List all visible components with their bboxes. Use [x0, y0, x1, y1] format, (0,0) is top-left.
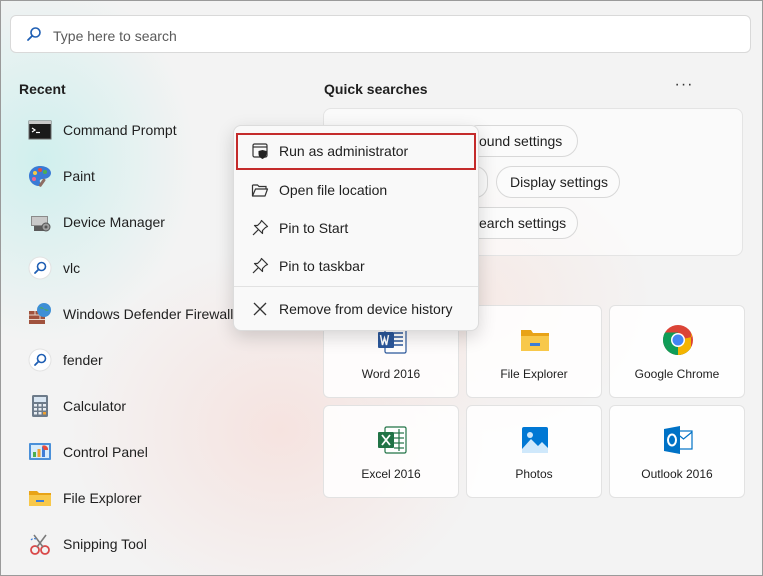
search-bar[interactable] — [10, 15, 751, 53]
recent-item-label: File Explorer — [63, 490, 142, 506]
photos-icon — [522, 427, 548, 453]
app-tile-label: Photos — [515, 467, 553, 481]
search-result-icon — [28, 348, 52, 372]
more-options-button[interactable]: ··· — [672, 76, 696, 98]
app-tile-label: Excel 2016 — [361, 467, 421, 481]
pin-icon — [252, 219, 269, 236]
menu-item-open-file-location[interactable]: Open file location — [238, 172, 474, 208]
shield-icon — [252, 143, 268, 159]
quick-searches-title: Quick searches — [324, 81, 428, 97]
menu-item-label: Pin to taskbar — [279, 258, 365, 274]
search-input[interactable] — [51, 24, 735, 48]
recent-item-label: Paint — [63, 168, 95, 184]
search-result-icon — [28, 256, 52, 280]
recent-title: Recent — [19, 81, 66, 97]
outlook-icon — [664, 426, 693, 454]
app-tile-label: Word 2016 — [361, 367, 421, 381]
quick-search-display-settings[interactable]: Display settings — [496, 166, 620, 198]
app-tile-label: Google Chrome — [634, 367, 720, 381]
app-tile-excel[interactable]: Excel 2016 — [323, 405, 459, 498]
recent-item-label: Control Panel — [63, 444, 148, 460]
recent-item-label: fender — [63, 352, 103, 368]
recent-item-device-manager[interactable]: Device Manager — [20, 202, 250, 242]
recent-item-paint[interactable]: Paint — [20, 156, 250, 196]
excel-icon — [378, 426, 407, 454]
app-tile-photos[interactable]: Photos — [466, 405, 602, 498]
recent-item-fender[interactable]: fender — [20, 340, 250, 380]
chrome-icon — [662, 325, 693, 356]
recent-item-control-panel[interactable]: Control Panel — [20, 432, 250, 472]
menu-item-pin-to-taskbar[interactable]: Pin to taskbar — [238, 248, 474, 284]
recent-item-windows-defender-firewall[interactable]: Windows Defender Firewall — [20, 294, 250, 334]
recent-item-label: vlc — [63, 260, 81, 276]
close-icon — [253, 302, 267, 316]
device-manager-icon — [31, 216, 51, 232]
menu-item-pin-to-start[interactable]: Pin to Start — [238, 210, 474, 246]
menu-item-label: Open file location — [279, 182, 388, 198]
app-tile-file-explorer[interactable]: File Explorer — [466, 305, 602, 398]
context-menu: Run as administrator Open file location … — [233, 125, 479, 331]
menu-item-label: Pin to Start — [279, 220, 349, 236]
recent-item-command-prompt[interactable]: Command Prompt — [20, 110, 250, 150]
menu-item-label: Remove from device history — [279, 301, 453, 317]
folder-open-icon — [251, 184, 269, 197]
folder-icon — [521, 330, 549, 351]
folder-icon — [29, 491, 51, 506]
recent-item-calculator[interactable]: Calculator — [20, 386, 250, 426]
recent-item-label: Command Prompt — [63, 122, 177, 138]
app-tile-label: File Explorer — [500, 367, 568, 381]
recent-item-file-explorer[interactable]: File Explorer — [20, 478, 250, 518]
menu-item-run-as-administrator[interactable]: Run as administrator — [236, 133, 476, 170]
recent-item-label: Calculator — [63, 398, 127, 414]
snipping-tool-icon — [30, 534, 50, 555]
command-prompt-icon — [28, 120, 52, 140]
pin-icon — [252, 257, 269, 274]
paint-icon — [29, 166, 51, 187]
recent-item-snipping-tool[interactable]: Snipping Tool — [20, 524, 250, 564]
control-panel-icon — [29, 443, 51, 460]
app-tile-outlook[interactable]: Outlook 2016 — [609, 405, 745, 498]
recent-item-vlc[interactable]: vlc — [20, 248, 250, 288]
app-tile-google-chrome[interactable]: Google Chrome — [609, 305, 745, 398]
recent-item-label: Snipping Tool — [63, 536, 147, 552]
quick-search-sound-settings[interactable]: ound settings — [462, 125, 578, 157]
calculator-icon — [32, 395, 48, 417]
quick-search-search-settings[interactable]: earch settings — [462, 207, 578, 239]
menu-divider — [234, 286, 478, 287]
menu-item-remove-from-device-history[interactable]: Remove from device history — [238, 291, 474, 327]
recent-item-label: Windows Defender Firewall — [63, 306, 234, 322]
search-icon — [27, 27, 41, 41]
firewall-icon — [29, 303, 51, 324]
recent-item-label: Device Manager — [63, 214, 165, 230]
app-tile-label: Outlook 2016 — [641, 467, 713, 481]
menu-item-label: Run as administrator — [279, 143, 409, 159]
